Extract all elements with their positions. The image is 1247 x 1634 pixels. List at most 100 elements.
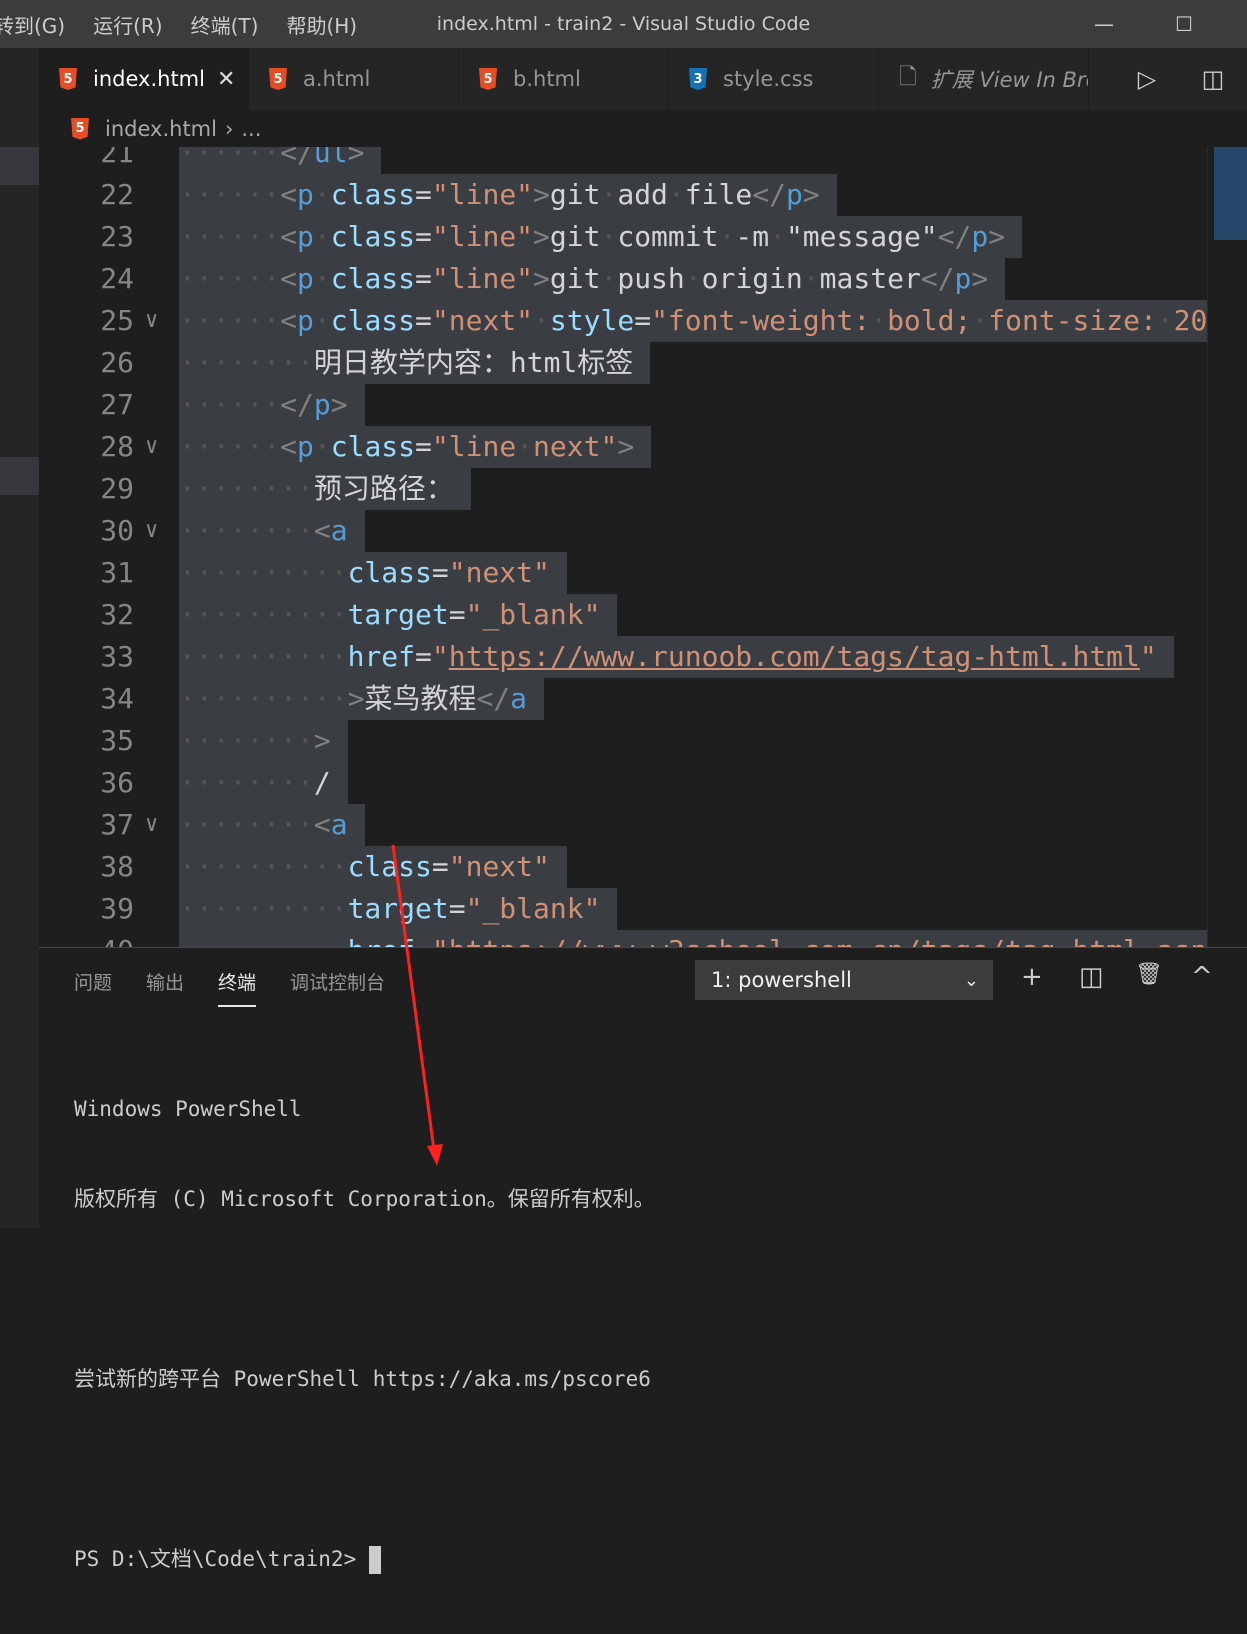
- whitespace-dots: ········: [179, 724, 314, 757]
- line-number: 23: [100, 220, 134, 253]
- activity-item[interactable]: [0, 457, 39, 495]
- whitespace-dots: ··········: [179, 934, 348, 947]
- line-number: 30: [100, 514, 134, 547]
- code-line[interactable]: 32 ··········target="_blank": [39, 594, 1207, 636]
- fold-chevron-icon[interactable]: ∨: [145, 426, 158, 468]
- token-str: next": [533, 430, 618, 463]
- whitespace-dot: ·: [533, 304, 550, 337]
- code-line[interactable]: 31 ··········class="next": [39, 552, 1207, 594]
- close-icon[interactable]: ✕: [217, 67, 235, 92]
- token-tag: p: [785, 178, 803, 211]
- token-text: origin: [701, 262, 803, 295]
- panel-tab-problems[interactable]: 问题: [74, 968, 112, 1007]
- token-str: "line": [431, 220, 534, 253]
- token-text: =: [448, 598, 466, 631]
- tab-style-css[interactable]: 3 style.css: [669, 48, 879, 110]
- tab-index-html[interactable]: 5 index.html ✕: [39, 48, 249, 110]
- whitespace-dot: ·: [600, 178, 618, 211]
- token-text: master: [819, 262, 921, 295]
- tab-a-html[interactable]: 5 a.html: [249, 48, 459, 110]
- whitespace-dot: ·: [313, 220, 331, 253]
- code-line[interactable]: 35 ········>: [39, 720, 1207, 762]
- panel-tab-terminal[interactable]: 终端: [218, 968, 257, 1007]
- tab-label: b.html: [513, 67, 581, 91]
- menu-help[interactable]: 帮助(H): [286, 10, 357, 39]
- code-text: ······<p·class="line">git·commit·-m·"mes…: [179, 216, 1023, 258]
- code-line[interactable]: 24 ······<p·class="line">git·push·origin·…: [39, 258, 1207, 300]
- code-line[interactable]: 22 ······<p·class="line">git·add·file</p>: [39, 174, 1207, 216]
- token-attr: target: [347, 892, 449, 925]
- activity-item[interactable]: [0, 147, 39, 185]
- token-br: >: [533, 178, 550, 211]
- whitespace-dot: ·: [600, 220, 618, 253]
- minimap[interactable]: [1207, 147, 1247, 947]
- new-terminal-icon[interactable]: +: [1021, 962, 1043, 992]
- code-text: ········<a: [179, 510, 365, 552]
- maximize-panel-icon[interactable]: ^: [1191, 962, 1213, 992]
- token-br: >: [347, 147, 365, 169]
- breadcrumb: 5 index.html › ...: [39, 110, 1247, 147]
- minimize-button[interactable]: —: [1074, 0, 1134, 48]
- activity-bar: [0, 48, 39, 1228]
- tab-b-html[interactable]: 5 b.html: [459, 48, 669, 110]
- whitespace-dots: ··········: [179, 556, 348, 589]
- code-line[interactable]: 36 ········/: [39, 762, 1207, 804]
- code-text: ······<p·class="next"·style="font-weight…: [179, 300, 1207, 342]
- breadcrumb-file[interactable]: index.html: [105, 117, 217, 141]
- maximize-button[interactable]: ☐: [1154, 0, 1214, 48]
- code-line[interactable]: 29 ········预习路径：: [39, 468, 1207, 510]
- menu-terminal[interactable]: 终端(T): [191, 10, 259, 39]
- token-link[interactable]: https://www.w3school.com.cn/tags/tag_htm…: [449, 934, 1207, 947]
- whitespace-dot: ·: [313, 178, 331, 211]
- token-text: add: [617, 178, 668, 211]
- code-line[interactable]: 30 ∨ ········<a: [39, 510, 1207, 552]
- code-line[interactable]: 25 ∨ ······<p·class="next"·style="font-wei…: [39, 300, 1207, 342]
- menu-run[interactable]: 运行(R): [93, 10, 163, 39]
- code-line[interactable]: 40 ··········href="https://www.w3school.c…: [39, 930, 1207, 947]
- run-icon[interactable]: ▷: [1138, 65, 1156, 93]
- token-str: "line": [431, 178, 534, 211]
- code-line[interactable]: 27 ······</p>: [39, 384, 1207, 426]
- token-text: =: [431, 556, 449, 589]
- token-tag: p: [297, 220, 314, 253]
- fold-chevron-icon[interactable]: ∨: [145, 804, 158, 846]
- whitespace-dots: ······: [179, 220, 281, 253]
- code-line[interactable]: 33 ··········href="https://www.runoob.com…: [39, 636, 1207, 678]
- token-br: >: [533, 262, 550, 295]
- code-text: ······<p·class="line">git·push·origin·ma…: [179, 258, 1006, 300]
- terminal-output[interactable]: Windows PowerShell 版权所有 (C) Microsoft Co…: [74, 1034, 655, 1634]
- split-terminal-icon[interactable]: ◫: [1079, 962, 1104, 992]
- trash-icon[interactable]: 🗑: [1135, 962, 1163, 987]
- code-text: ········<a: [179, 804, 365, 846]
- code-line[interactable]: 34 ··········>菜鸟教程</a: [39, 678, 1207, 720]
- token-text: =: [415, 430, 432, 463]
- line-number: 37: [100, 808, 134, 841]
- token-attr: class: [347, 850, 432, 883]
- code-line[interactable]: 37 ∨ ········<a: [39, 804, 1207, 846]
- token-text: commit: [617, 220, 719, 253]
- menu-goto[interactable]: 转到(G): [0, 10, 65, 39]
- panel-tab-debug-console[interactable]: 调试控制台: [290, 968, 385, 1007]
- code-line[interactable]: 23 ······<p·class="line">git·commit·-m·"m…: [39, 216, 1207, 258]
- breadcrumb-separator: ›: [224, 116, 234, 141]
- code-editor[interactable]: 21 ······</ul> 22 ······<p·class="line">git…: [39, 147, 1207, 947]
- token-attr: target: [347, 598, 449, 631]
- terminal-select[interactable]: 1: powershell ⌄: [695, 960, 993, 1000]
- panel-tab-output[interactable]: 输出: [146, 968, 184, 1007]
- token-attr: style: [549, 304, 635, 337]
- code-line[interactable]: 39 ··········target="_blank": [39, 888, 1207, 930]
- code-line[interactable]: 21 ······</ul>: [39, 147, 1207, 174]
- code-line[interactable]: 26 ········明日教学内容：html标签: [39, 342, 1207, 384]
- chevron-down-icon: ⌄: [963, 969, 979, 991]
- tab-view-in-browser[interactable]: 🗋 扩展 View In Browser: [879, 48, 1089, 110]
- breadcrumb-symbol[interactable]: ...: [241, 117, 261, 141]
- token-attr: class: [330, 178, 416, 211]
- code-text: ··········class="next": [179, 552, 567, 594]
- token-link[interactable]: https://www.runoob.com/tags/tag-html.htm…: [449, 640, 1140, 673]
- fold-chevron-icon[interactable]: ∨: [145, 300, 158, 342]
- minimap-slider[interactable]: [1214, 147, 1247, 240]
- code-line[interactable]: 28 ∨ ······<p·class="line·next">: [39, 426, 1207, 468]
- fold-chevron-icon[interactable]: ∨: [145, 510, 158, 552]
- code-line[interactable]: 38 ··········class="next": [39, 846, 1207, 888]
- split-editor-icon[interactable]: ◫: [1202, 65, 1225, 93]
